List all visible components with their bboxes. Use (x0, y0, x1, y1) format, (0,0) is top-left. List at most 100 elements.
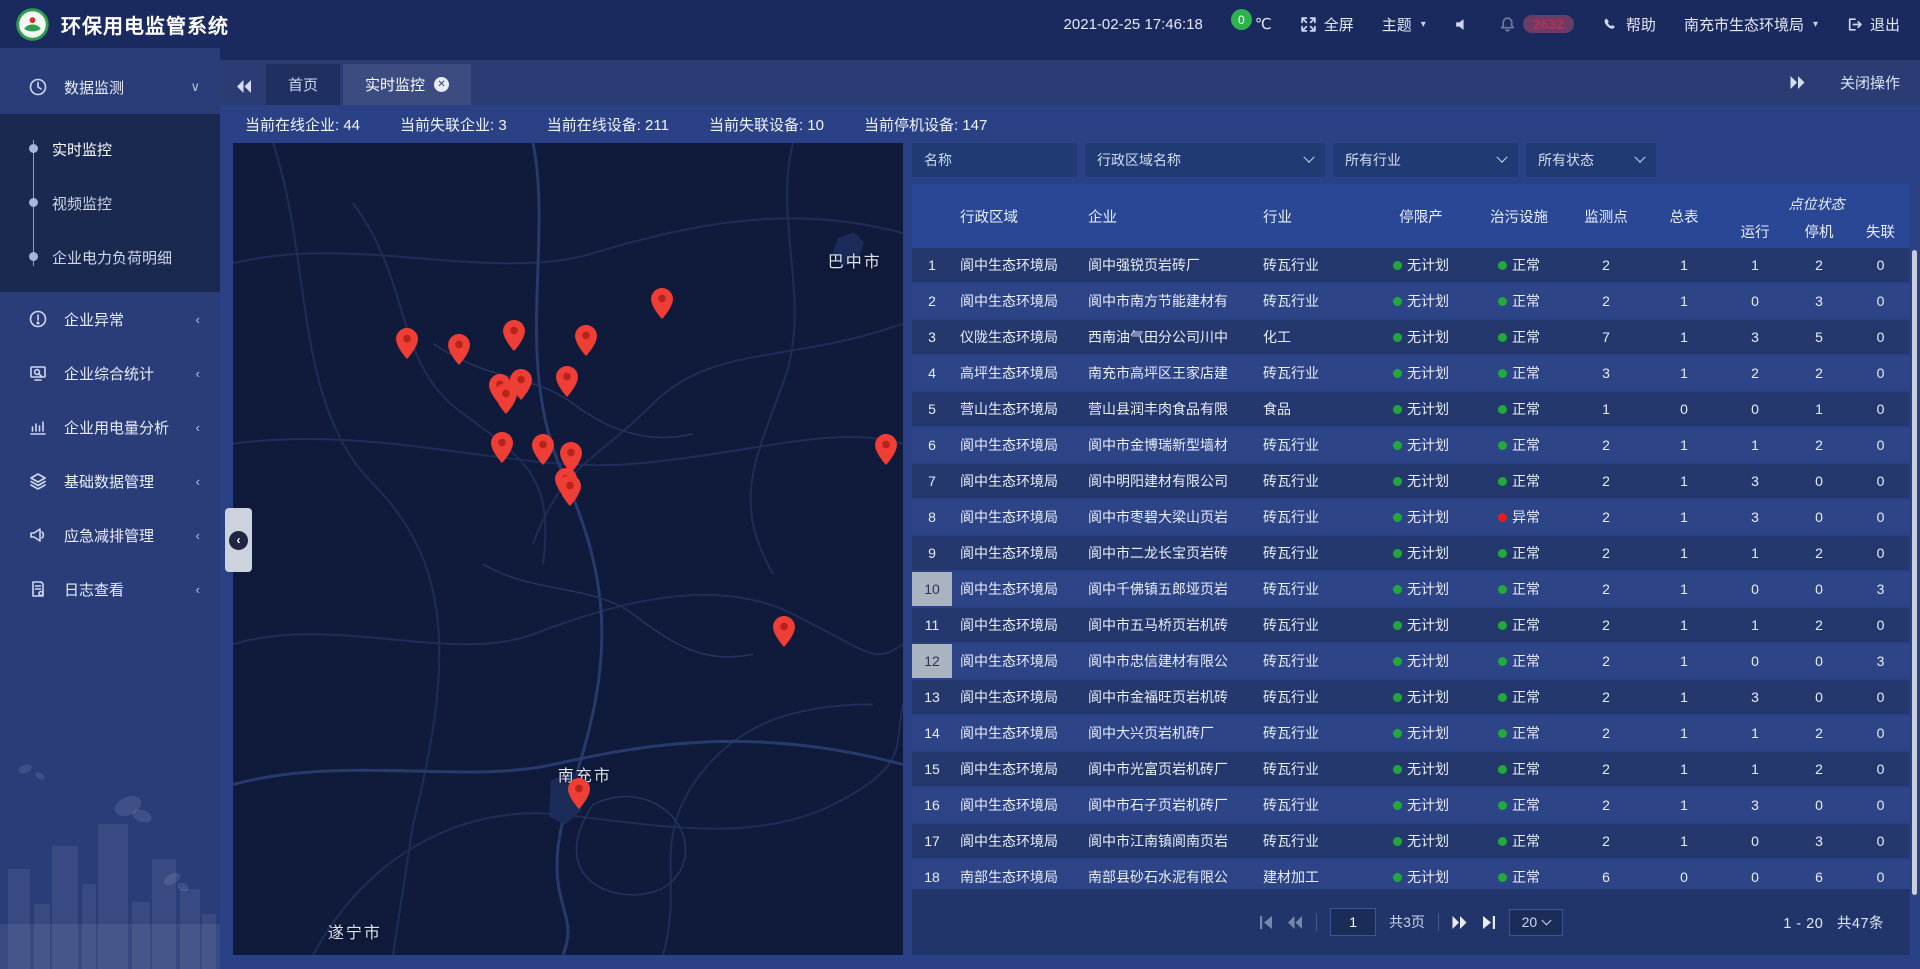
green-dot-icon (1498, 477, 1507, 486)
green-dot-icon (1393, 801, 1402, 810)
cell-run-count: 1 (1723, 608, 1787, 642)
fullscreen-button[interactable]: 全屏 (1300, 14, 1354, 35)
map-marker-icon[interactable] (396, 328, 418, 359)
cell-monitor-count: 2 (1567, 464, 1645, 498)
table-row[interactable]: 12阆中生态环境局阆中市忠信建材有限公砖瓦行业无计划正常21003 (912, 644, 1910, 678)
map-marker-icon[interactable] (773, 616, 795, 647)
col-index (912, 184, 952, 248)
table-row[interactable]: 3仪陇生态环境局西南油气田分公司川中化工无计划正常71350 (912, 320, 1910, 354)
sound-toggle-button[interactable] (1454, 16, 1471, 33)
col-facility: 治污设施 (1471, 184, 1567, 248)
region-filter-select[interactable]: 行政区域名称 (1085, 143, 1325, 177)
tabs-scroll-left-icon[interactable] (236, 80, 252, 93)
green-dot-icon (1498, 369, 1507, 378)
table-row[interactable]: 4高坪生态环境局南充市高坪区王家店建砖瓦行业无计划正常31220 (912, 356, 1910, 390)
cell-stop-count: 2 (1787, 752, 1851, 786)
row-index: 13 (912, 680, 952, 714)
table-row[interactable]: 11阆中生态环境局阆中市五马桥页岩机砖砖瓦行业无计划正常21120 (912, 608, 1910, 642)
name-filter-input[interactable] (912, 143, 1077, 177)
cell-run-count: 0 (1723, 644, 1787, 678)
cell-limit-status: 无计划 (1371, 860, 1471, 889)
map-city-label: 遂宁市 (328, 919, 382, 943)
col-company: 企业 (1080, 184, 1255, 248)
row-index: 11 (912, 608, 952, 642)
table-row[interactable]: 16阆中生态环境局阆中市石子页岩机砖厂砖瓦行业无计划正常21300 (912, 788, 1910, 822)
map-marker-icon[interactable] (503, 320, 525, 351)
industry-filter-select[interactable]: 所有行业 (1333, 143, 1518, 177)
table-row[interactable]: 15阆中生态环境局阆中市光富页岩机砖厂砖瓦行业无计划正常21120 (912, 752, 1910, 786)
chevron-left-icon: ‹ (196, 366, 200, 381)
map-marker-icon[interactable] (568, 778, 590, 809)
cell-total-meter: 1 (1645, 572, 1723, 606)
cell-limit-status: 无计划 (1371, 824, 1471, 858)
table-row[interactable]: 14阆中生态环境局阆中大兴页岩机砖厂砖瓦行业无计划正常21120 (912, 716, 1910, 750)
cell-lost-count: 0 (1851, 752, 1910, 786)
table-row[interactable]: 8阆中生态环境局阆中市枣碧大梁山页岩砖瓦行业无计划异常21300 (912, 500, 1910, 534)
enterprise-panel: 行政区域名称 所有行业 所有状态 (912, 143, 1910, 955)
col-run: 运行 (1723, 214, 1787, 248)
sidebar-group-2[interactable]: 企业异常‹ (0, 292, 220, 346)
sidebar: 数据监测∨实时监控视频监控企业电力负荷明细企业异常‹企业综合统计‹企业用电量分析… (0, 48, 220, 969)
sidebar-item-3[interactable]: 企业电力负荷明细 (0, 230, 220, 284)
next-page-icon[interactable] (1452, 916, 1468, 929)
tab-realtime-monitor[interactable]: 实时监控 ✕ (343, 64, 471, 105)
map-collapse-button[interactable]: ‹ (225, 508, 252, 572)
map-marker-icon[interactable] (559, 475, 581, 506)
sidebar-item-2[interactable]: 视频监控 (0, 176, 220, 230)
cell-monitor-count: 2 (1567, 284, 1645, 318)
map-marker-icon[interactable] (556, 366, 578, 397)
chevron-left-icon: ‹ (229, 531, 248, 550)
last-page-icon[interactable] (1481, 916, 1496, 929)
map-marker-icon[interactable] (875, 434, 897, 465)
table-row[interactable]: 17阆中生态环境局阆中市江南镇阆南页岩砖瓦行业无计划正常21030 (912, 824, 1910, 858)
cell-limit-status: 无计划 (1371, 644, 1471, 678)
table-row[interactable]: 5营山生态环境局营山县润丰肉食品有限食品无计划正常10010 (912, 392, 1910, 426)
page-size-select[interactable]: 20 (1509, 909, 1563, 936)
cell-limit-status: 无计划 (1371, 500, 1471, 534)
sidebar-group-3[interactable]: 企业综合统计‹ (0, 346, 220, 400)
map-marker-icon[interactable] (448, 334, 470, 365)
tabs-scroll-right-icon[interactable] (1790, 76, 1806, 89)
table-row[interactable]: 7阆中生态环境局阆中明阳建材有限公司砖瓦行业无计划正常21300 (912, 464, 1910, 498)
theme-dropdown[interactable]: 主题 ▾ (1382, 14, 1426, 35)
map-marker-icon[interactable] (491, 432, 513, 463)
green-dot-icon (1498, 441, 1507, 450)
first-page-icon[interactable] (1259, 916, 1274, 929)
page-input[interactable]: 1 (1330, 908, 1376, 936)
sidebar-group-5[interactable]: 基础数据管理‹ (0, 454, 220, 508)
app-root: 环保用电监管系统 2021-02-25 17:46:18 0 ℃ 全屏 主题 ▾… (0, 0, 1920, 969)
sidebar-group-6[interactable]: 应急减排管理‹ (0, 508, 220, 562)
bell-icon (1499, 16, 1516, 33)
scrollbar-thumb[interactable] (1912, 250, 1917, 895)
sidebar-group-7[interactable]: 日志查看‹ (0, 562, 220, 616)
table-row[interactable]: 2阆中生态环境局阆中市南方节能建材有砖瓦行业无计划正常21030 (912, 284, 1910, 318)
map-marker-icon[interactable] (510, 369, 532, 400)
cell-lost-count: 0 (1851, 464, 1910, 498)
prev-page-icon[interactable] (1287, 916, 1303, 929)
cell-limit-status: 无计划 (1371, 680, 1471, 714)
map-marker-icon[interactable] (532, 434, 554, 465)
sidebar-submenu: 实时监控视频监控企业电力负荷明细 (0, 114, 220, 292)
sidebar-group-1[interactable]: 数据监测∨ (0, 60, 220, 114)
sidebar-item-1[interactable]: 实时监控 (0, 122, 220, 176)
notifications-button[interactable]: 2632 (1499, 15, 1574, 33)
org-dropdown[interactable]: 南充市生态环境局 ▾ (1684, 14, 1818, 35)
status-filter-select[interactable]: 所有状态 (1526, 143, 1656, 177)
table-row[interactable]: 18南部生态环境局南部县砂石水泥有限公建材加工无计划正常60060 (912, 860, 1910, 889)
map-marker-icon[interactable] (651, 288, 673, 319)
enterprise-table: 行政区域 企业 行业 停限产 治污设施 监测点 总表 点位状态 运行 停机 失联 (912, 184, 1910, 889)
sidebar-group-4[interactable]: 企业用电量分析‹ (0, 400, 220, 454)
close-operations-button[interactable]: 关闭操作 (1840, 72, 1900, 93)
close-tab-icon[interactable]: ✕ (434, 77, 449, 92)
row-index: 15 (912, 752, 952, 786)
table-row[interactable]: 6阆中生态环境局阆中市金博瑞新型墙材砖瓦行业无计划正常21120 (912, 428, 1910, 462)
table-row[interactable]: 13阆中生态环境局阆中市金福旺页岩机砖砖瓦行业无计划正常21300 (912, 680, 1910, 714)
tab-home[interactable]: 首页 (266, 64, 340, 105)
table-row[interactable]: 9阆中生态环境局阆中市二龙长宝页岩砖砖瓦行业无计划正常21120 (912, 536, 1910, 570)
table-row[interactable]: 10阆中生态环境局阆中千佛镇五郎垭页岩砖瓦行业无计划正常21003 (912, 572, 1910, 606)
table-row[interactable]: 1阆中生态环境局阆中强锐页岩砖厂砖瓦行业无计划正常21120 (912, 248, 1910, 282)
map-marker-icon[interactable] (575, 325, 597, 356)
map-panel[interactable]: 巴中市南充市遂宁市 ‹ (233, 143, 903, 955)
help-button[interactable]: 帮助 (1602, 14, 1656, 35)
logout-button[interactable]: 退出 (1846, 14, 1900, 35)
